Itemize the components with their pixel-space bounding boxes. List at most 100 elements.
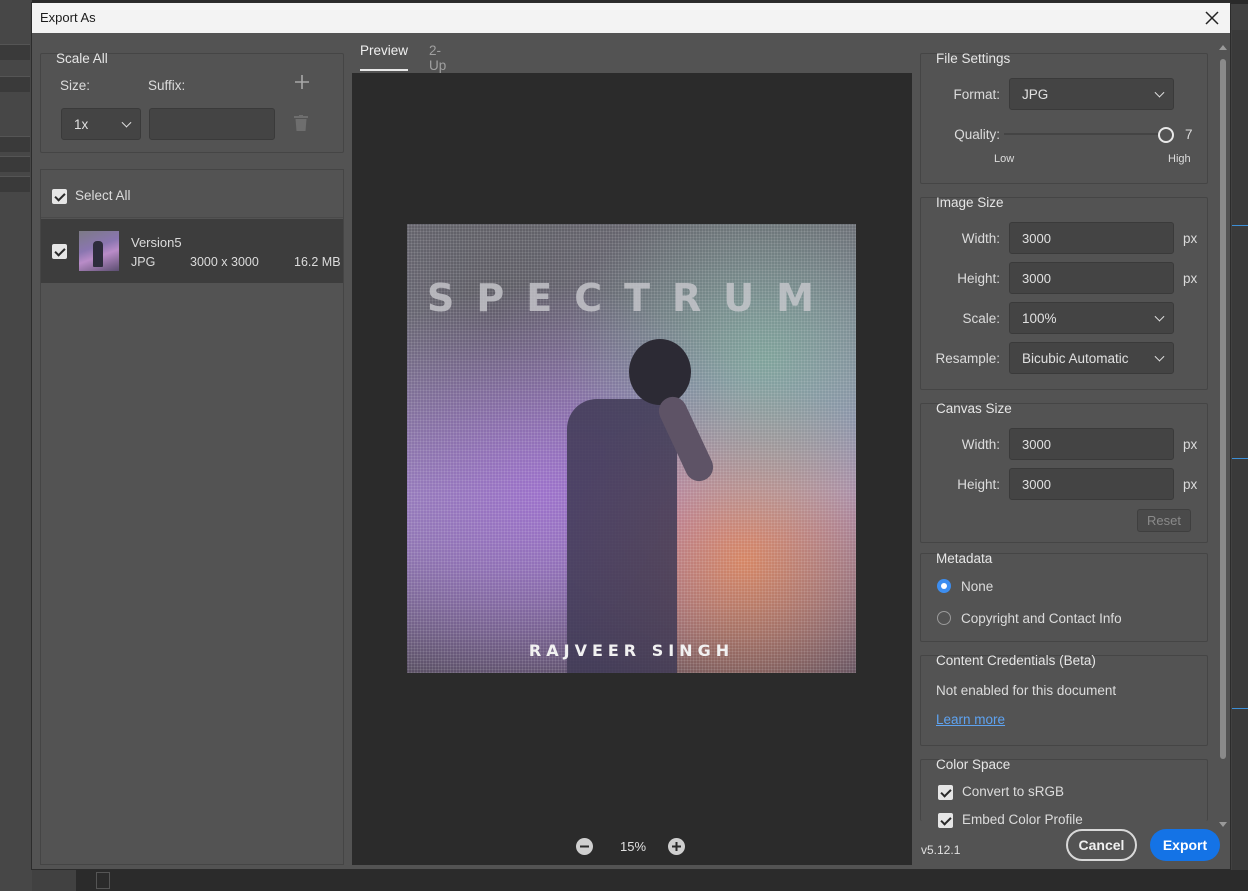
- select-all-label: Select All: [75, 188, 131, 203]
- image-size-title: Image Size: [936, 195, 1004, 210]
- quality-slider-track[interactable]: [1004, 133, 1160, 135]
- settings-scrollbar[interactable]: [1217, 43, 1229, 831]
- delete-scale-button[interactable]: [294, 115, 308, 134]
- zoom-controls: 15%: [572, 837, 692, 857]
- image-width-label: Width:: [961, 231, 1000, 246]
- quality-slider-handle[interactable]: [1158, 127, 1174, 143]
- asset-list: Select All Version5 JPG 3000 x 3000 16.2…: [40, 169, 344, 865]
- background-marker: [96, 872, 110, 889]
- version-label: v5.12.1: [921, 843, 961, 857]
- zoom-out-icon: [580, 845, 589, 848]
- metadata-section: [920, 553, 1208, 642]
- content-credentials-status: Not enabled for this document: [936, 683, 1117, 698]
- quality-value: 7: [1185, 127, 1193, 142]
- reset-button[interactable]: Reset: [1137, 509, 1191, 532]
- chevron-down-icon: [1154, 311, 1165, 322]
- canvas-width-label: Width:: [961, 437, 1000, 452]
- background-block: [0, 136, 30, 152]
- metadata-copyright-label[interactable]: Copyright and Contact Info: [961, 611, 1122, 626]
- size-value: 1x: [74, 116, 89, 132]
- close-button[interactable]: [1200, 6, 1224, 30]
- background-guide: [1232, 458, 1248, 459]
- embed-profile-checkbox[interactable]: [938, 813, 953, 828]
- canvas-size-title: Canvas Size: [936, 401, 1012, 416]
- suffix-input[interactable]: [149, 108, 275, 140]
- embed-profile-label: Embed Color Profile: [962, 812, 1083, 827]
- quality-low-label: Low: [994, 153, 1015, 165]
- artwork-title: SPECTRUM: [427, 276, 836, 320]
- quality-high-label: High: [1168, 153, 1191, 165]
- asset-row[interactable]: Version5 JPG 3000 x 3000 16.2 MB: [41, 219, 343, 283]
- plus-icon: [295, 75, 309, 89]
- asset-file-size: 16.2 MB: [294, 255, 341, 269]
- export-button[interactable]: Export: [1150, 829, 1220, 861]
- format-select[interactable]: JPG: [1009, 78, 1174, 110]
- metadata-none-radio[interactable]: [937, 579, 951, 593]
- artwork-artist: RAJVEER SINGH: [528, 641, 735, 660]
- size-label: Size:: [60, 78, 91, 93]
- metadata-none-label[interactable]: None: [961, 579, 993, 594]
- image-height-label: Height:: [957, 271, 1000, 286]
- quality-label: Quality:: [954, 127, 1000, 142]
- learn-more-link[interactable]: Learn more: [936, 712, 1005, 727]
- artwork-preview: SPECTRUM RAJVEER SINGH: [407, 224, 856, 673]
- scale-select[interactable]: 100%: [1009, 302, 1174, 334]
- image-height-unit: px: [1183, 271, 1198, 286]
- size-select[interactable]: 1x: [61, 108, 141, 140]
- select-all-row[interactable]: Select All: [41, 170, 343, 218]
- canvas-width-unit: px: [1183, 437, 1198, 452]
- asset-dimensions: 3000 x 3000: [190, 255, 259, 269]
- resample-select[interactable]: Bicubic Automatic: [1009, 342, 1174, 374]
- metadata-title: Metadata: [936, 551, 993, 566]
- image-width-unit: px: [1183, 231, 1198, 246]
- add-scale-button[interactable]: [295, 75, 309, 92]
- background-left-panel: [0, 0, 32, 891]
- background-right-panel: [1232, 30, 1248, 870]
- zoom-in-icon: [672, 842, 681, 851]
- background-timeline: [76, 870, 1248, 891]
- scale-value: 100%: [1022, 310, 1057, 326]
- artwork-figure: [567, 399, 677, 673]
- canvas-height-label: Height:: [957, 477, 1000, 492]
- chevron-down-icon: [1154, 351, 1165, 362]
- tab-preview[interactable]: Preview: [360, 43, 409, 71]
- chevron-down-icon: [121, 117, 132, 128]
- background-guide: [1232, 225, 1248, 226]
- scroll-down-icon[interactable]: [1219, 822, 1227, 827]
- format-value: JPG: [1022, 86, 1049, 102]
- scrollbar-thumb[interactable]: [1220, 59, 1226, 759]
- title-bar: Export As: [32, 3, 1230, 33]
- convert-srgb-checkbox[interactable]: [938, 785, 953, 800]
- preview-canvas[interactable]: SPECTRUM RAJVEER SINGH: [352, 73, 912, 865]
- zoom-in-button[interactable]: [668, 838, 685, 855]
- convert-srgb-label: Convert to sRGB: [962, 784, 1065, 799]
- chevron-down-icon: [1154, 87, 1165, 98]
- content-credentials-section: [920, 655, 1208, 746]
- scale-label: Scale:: [962, 311, 1000, 326]
- resample-value: Bicubic Automatic: [1022, 350, 1129, 366]
- file-settings-section: [920, 53, 1208, 184]
- tab-2-up[interactable]: 2-Up: [429, 43, 446, 73]
- select-all-checkbox[interactable]: [52, 189, 67, 204]
- asset-checkbox[interactable]: [52, 244, 67, 259]
- zoom-level: 15%: [620, 839, 647, 854]
- file-settings-title: File Settings: [936, 51, 1011, 66]
- asset-format: JPG: [131, 255, 156, 269]
- canvas-width-input[interactable]: 3000: [1009, 428, 1174, 460]
- background-block: [0, 176, 30, 192]
- asset-thumbnail: [79, 231, 119, 271]
- export-as-dialog: Export As Scale All Size: Suffix: 1x Sel…: [31, 2, 1231, 870]
- suffix-label: Suffix:: [148, 78, 186, 93]
- scroll-up-icon[interactable]: [1219, 45, 1227, 50]
- asset-name: Version5: [131, 235, 182, 250]
- metadata-copyright-radio[interactable]: [937, 611, 951, 625]
- format-label: Format:: [953, 87, 1000, 102]
- cancel-button[interactable]: Cancel: [1066, 829, 1137, 861]
- close-icon: [1205, 11, 1219, 25]
- content-credentials-title: Content Credentials (Beta): [936, 653, 1096, 668]
- image-height-input[interactable]: 3000: [1009, 262, 1174, 294]
- image-width-input[interactable]: 3000: [1009, 222, 1174, 254]
- zoom-out-button[interactable]: [576, 838, 593, 855]
- canvas-height-input[interactable]: 3000: [1009, 468, 1174, 500]
- dialog-title: Export As: [40, 10, 96, 25]
